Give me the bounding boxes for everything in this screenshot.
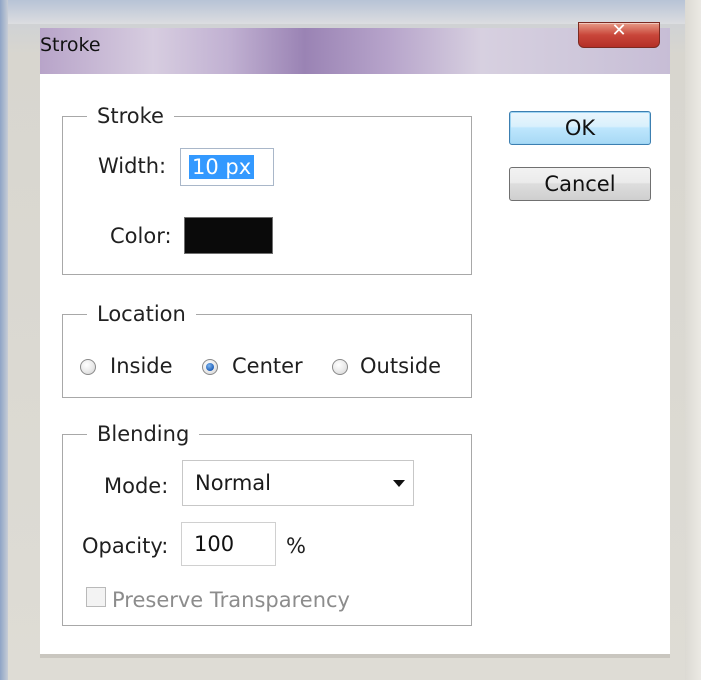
preserve-transparency-label[interactable]: Preserve Transparency (112, 588, 350, 612)
preserve-transparency-checkbox[interactable] (86, 587, 106, 607)
blend-mode-value: Normal (195, 471, 271, 495)
location-inside-label[interactable]: Inside (110, 354, 173, 378)
mode-label: Mode: (104, 474, 169, 498)
chevron-down-icon (393, 480, 405, 487)
location-center-radio[interactable] (202, 359, 218, 375)
blend-mode-select[interactable]: Normal (182, 460, 414, 506)
dialog-bottom-border (40, 654, 670, 658)
width-input[interactable]: 10 px (180, 148, 274, 186)
opacity-unit: % (286, 534, 306, 558)
stroke-color-swatch[interactable] (184, 217, 273, 254)
opacity-input[interactable]: 100 (181, 522, 276, 566)
width-input-value: 10 px (189, 155, 255, 179)
title-bar[interactable]: Stroke ✕ (40, 20, 670, 75)
window-right-edge (685, 0, 701, 680)
location-inside-radio[interactable] (80, 359, 96, 375)
close-icon: ✕ (611, 20, 627, 41)
stroke-group-legend: Stroke (87, 103, 174, 129)
location-outside-label[interactable]: Outside (360, 354, 441, 378)
close-button[interactable]: ✕ (578, 20, 660, 48)
width-label: Width: (98, 154, 167, 178)
ok-button[interactable]: OK (509, 111, 651, 145)
blending-group-legend: Blending (87, 421, 200, 447)
opacity-input-value: 100 (194, 532, 235, 556)
location-outside-radio[interactable] (332, 359, 348, 375)
location-center-label[interactable]: Center (232, 354, 303, 378)
dialog-body: Stroke Width: 10 px Color: Location Insi… (40, 74, 670, 654)
color-label: Color: (110, 224, 172, 248)
cancel-button[interactable]: Cancel (509, 167, 651, 201)
location-group-legend: Location (87, 301, 196, 327)
opacity-label: Opacity: (82, 534, 169, 558)
dialog-title: Stroke (40, 34, 101, 56)
window-left-edge (0, 0, 8, 680)
